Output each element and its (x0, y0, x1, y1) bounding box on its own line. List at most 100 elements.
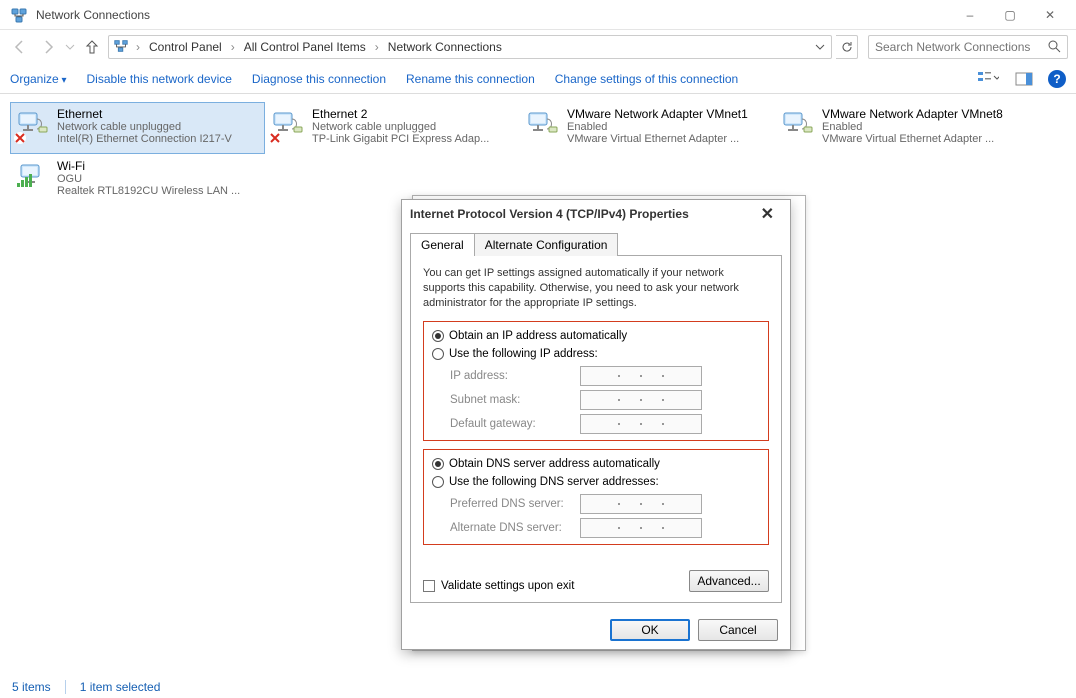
radio-icon (432, 458, 444, 470)
adapter-name: VMware Network Adapter VMnet1 (567, 107, 748, 121)
adapter-status: Network cable unplugged (57, 121, 232, 133)
radio-ip-auto-label: Obtain an IP address automatically (449, 330, 627, 342)
advanced-button[interactable]: Advanced... (689, 570, 769, 592)
toolbar: Organize Disable this network device Dia… (0, 64, 1076, 94)
radio-ip-auto[interactable]: Obtain an IP address automatically (432, 330, 760, 342)
radio-dns-manual[interactable]: Use the following DNS server addresses: (432, 476, 760, 488)
adapter-text: Ethernet Network cable unplugged Intel(R… (57, 107, 232, 145)
search-box[interactable] (868, 35, 1068, 59)
back-button[interactable] (8, 35, 32, 59)
minimize-button[interactable]: – (950, 0, 990, 30)
breadcrumb-separator: › (372, 40, 382, 54)
breadcrumb-control-panel[interactable]: Control Panel (147, 40, 224, 54)
tab-alternate-configuration[interactable]: Alternate Configuration (475, 233, 619, 256)
radio-icon (432, 348, 444, 360)
subnet-mask-input (580, 390, 702, 410)
adapter-icon (15, 107, 51, 143)
search-icon[interactable] (1047, 39, 1061, 56)
adapter-icon (270, 107, 306, 143)
adapter-text: VMware Network Adapter VMnet8 Enabled VM… (822, 107, 1003, 145)
alternate-dns-label: Alternate DNS server: (450, 522, 580, 534)
checkbox-icon (423, 580, 435, 592)
rename-link[interactable]: Rename this connection (406, 72, 535, 86)
navbar: › Control Panel › All Control Panel Item… (0, 30, 1076, 64)
adapter-status: Network cable unplugged (312, 121, 489, 133)
ip-settings-group: Obtain an IP address automatically Use t… (423, 321, 769, 441)
history-dropdown[interactable] (64, 35, 76, 59)
radio-dns-auto-label: Obtain DNS server address automatically (449, 458, 660, 470)
preview-pane-button[interactable] (1012, 67, 1036, 91)
disable-device-link[interactable]: Disable this network device (87, 72, 232, 86)
adapter-device: Intel(R) Ethernet Connection I217-V (57, 133, 232, 145)
ip-address-input (580, 366, 702, 386)
adapter-device: VMware Virtual Ethernet Adapter ... (822, 133, 1003, 145)
adapter-item[interactable]: VMware Network Adapter VMnet8 Enabled VM… (775, 102, 1030, 154)
tab-general[interactable]: General (410, 233, 475, 256)
disconnected-icon (13, 131, 27, 145)
diagnose-link[interactable]: Diagnose this connection (252, 72, 386, 86)
ipv4-properties-dialog: Internet Protocol Version 4 (TCP/IPv4) P… (401, 199, 791, 650)
maximize-button[interactable]: ▢ (990, 0, 1030, 30)
adapters-list: Ethernet Network cable unplugged Intel(R… (10, 102, 1066, 206)
adapter-status: Enabled (567, 121, 748, 133)
validate-label: Validate settings upon exit (441, 580, 574, 592)
preferred-dns-input (580, 494, 702, 514)
ok-button[interactable]: OK (610, 619, 690, 641)
dialog-intro-text: You can get IP settings assigned automat… (423, 266, 769, 311)
adapter-item[interactable]: Wi-Fi OGU Realtek RTL8192CU Wireless LAN… (10, 154, 265, 206)
adapter-text: VMware Network Adapter VMnet1 Enabled VM… (567, 107, 748, 145)
adapter-name: Ethernet 2 (312, 107, 489, 121)
dns-settings-group: Obtain DNS server address automatically … (423, 449, 769, 545)
close-button[interactable]: ✕ (1030, 0, 1070, 30)
adapter-device: VMware Virtual Ethernet Adapter ... (567, 133, 748, 145)
radio-icon (432, 476, 444, 488)
dialog-body: You can get IP settings assigned automat… (410, 255, 782, 603)
subnet-mask-label: Subnet mask: (450, 394, 580, 406)
disconnected-icon (268, 131, 282, 145)
adapter-icon (525, 107, 561, 143)
adapter-item[interactable]: Ethernet Network cable unplugged Intel(R… (10, 102, 265, 154)
titlebar: Network Connections – ▢ ✕ (0, 0, 1076, 30)
status-item-count: 5 items (12, 680, 51, 694)
breadcrumb-all-items[interactable]: All Control Panel Items (242, 40, 368, 54)
help-icon[interactable]: ? (1048, 70, 1066, 88)
organize-button[interactable]: Organize (10, 72, 67, 86)
validate-checkbox-row[interactable]: Validate settings upon exit (423, 580, 574, 592)
view-menu[interactable] (976, 67, 1000, 91)
adapter-name: Wi-Fi (57, 159, 240, 173)
up-button[interactable] (80, 35, 104, 59)
radio-ip-manual[interactable]: Use the following IP address: (432, 348, 760, 360)
refresh-button[interactable] (836, 35, 858, 59)
status-divider (65, 680, 66, 694)
adapter-item[interactable]: VMware Network Adapter VMnet1 Enabled VM… (520, 102, 775, 154)
radio-dns-auto[interactable]: Obtain DNS server address automatically (432, 458, 760, 470)
cancel-button[interactable]: Cancel (698, 619, 778, 641)
adapter-device: Realtek RTL8192CU Wireless LAN ... (57, 185, 240, 197)
preferred-dns-row: Preferred DNS server: (450, 494, 760, 514)
breadcrumb-network-connections[interactable]: Network Connections (386, 40, 504, 54)
adapter-icon (15, 159, 51, 195)
alternate-dns-input (580, 518, 702, 538)
adapter-status: OGU (57, 173, 240, 185)
breadcrumb-separator: › (228, 40, 238, 54)
dialog-titlebar[interactable]: Internet Protocol Version 4 (TCP/IPv4) P… (402, 200, 790, 228)
dialog-close-button[interactable]: ✕ (753, 204, 782, 224)
status-selected-count: 1 item selected (80, 680, 161, 694)
search-input[interactable] (875, 40, 1047, 54)
radio-icon (432, 330, 444, 342)
adapter-item[interactable]: Ethernet 2 Network cable unplugged TP-Li… (265, 102, 520, 154)
default-gateway-label: Default gateway: (450, 418, 580, 430)
address-bar[interactable]: › Control Panel › All Control Panel Item… (108, 35, 832, 59)
alternate-dns-row: Alternate DNS server: (450, 518, 760, 538)
subnet-mask-row: Subnet mask: (450, 390, 760, 410)
adapter-device: TP-Link Gigabit PCI Express Adap... (312, 133, 489, 145)
forward-button[interactable] (36, 35, 60, 59)
dialog-footer: OK Cancel (402, 611, 790, 649)
default-gateway-row: Default gateway: (450, 414, 760, 434)
dialog-title: Internet Protocol Version 4 (TCP/IPv4) P… (410, 207, 689, 221)
change-settings-link[interactable]: Change settings of this connection (555, 72, 738, 86)
address-dropdown[interactable] (813, 42, 827, 52)
radio-dns-manual-label: Use the following DNS server addresses: (449, 476, 659, 488)
ip-address-row: IP address: (450, 366, 760, 386)
adapter-name: Ethernet (57, 107, 232, 121)
